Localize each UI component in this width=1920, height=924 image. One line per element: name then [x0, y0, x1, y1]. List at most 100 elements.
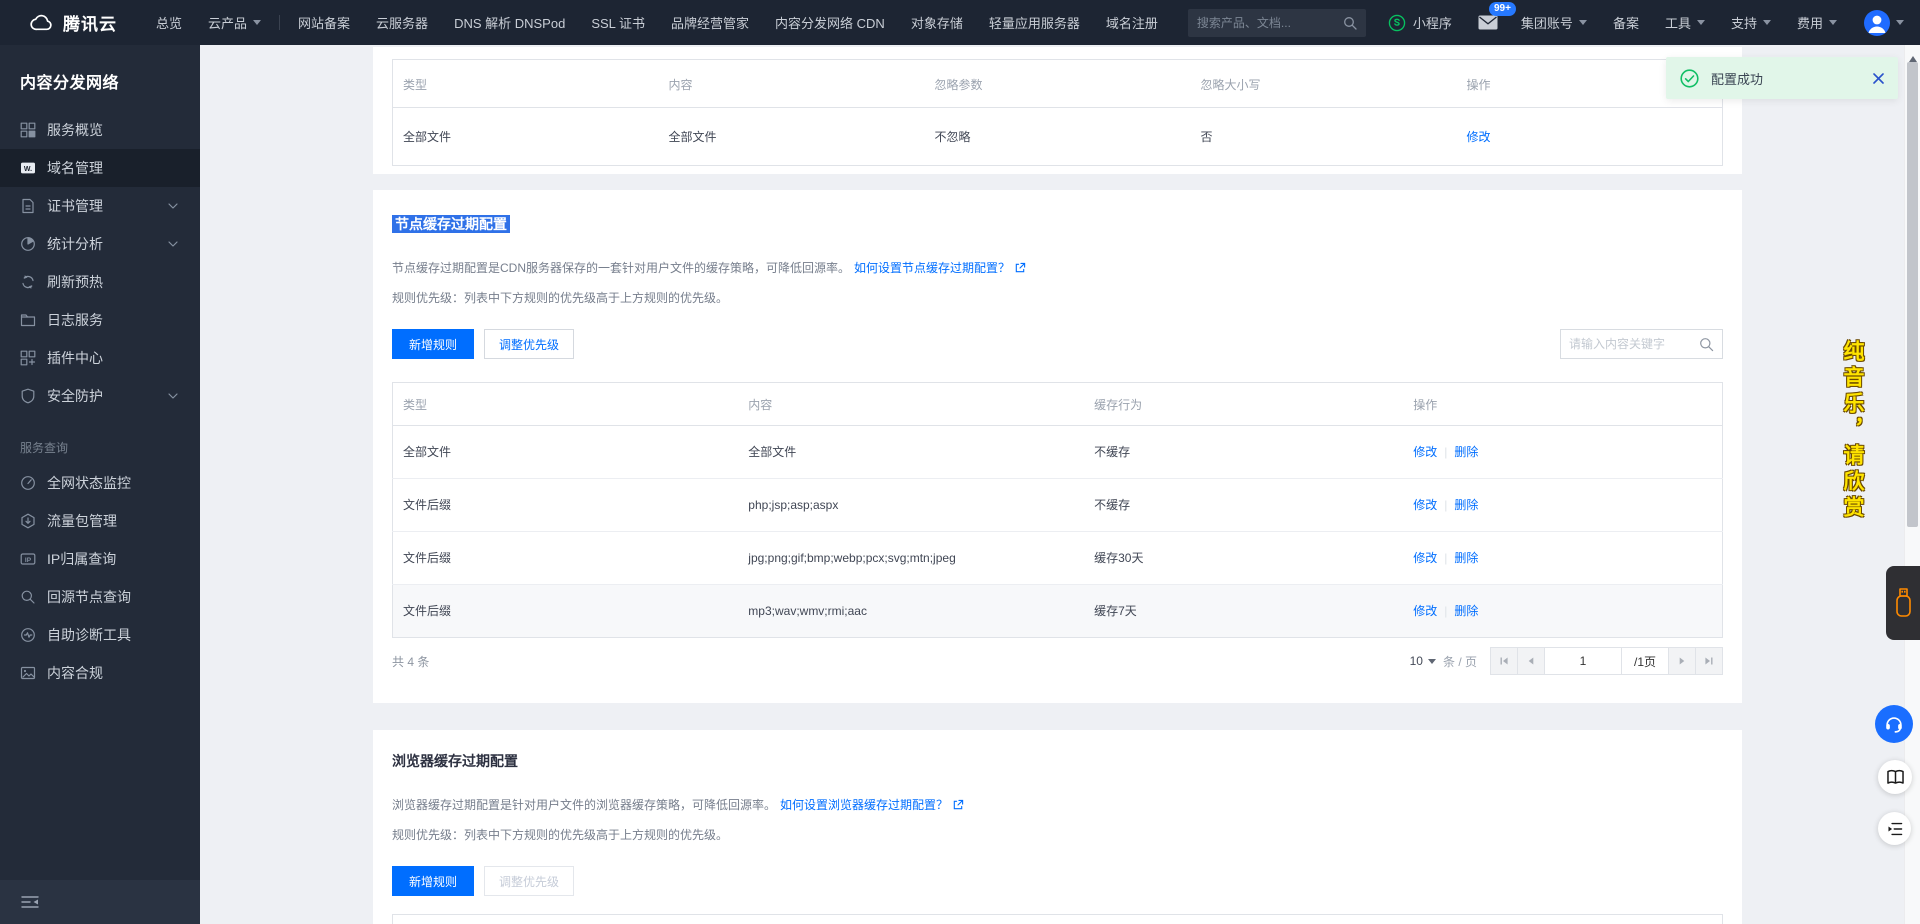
sidebar-item-certificate[interactable]: 证书管理	[0, 187, 200, 225]
action-separator: |	[1444, 551, 1447, 565]
sidebar-collapse-button[interactable]	[0, 880, 200, 924]
nav-item-ssl[interactable]: SSL 证书	[578, 0, 658, 45]
adjust-priority-button[interactable]: 调整优先级	[484, 329, 574, 359]
delete-link[interactable]: 删除	[1454, 445, 1478, 459]
help-link[interactable]: 如何设置节点缓存过期配置？	[854, 259, 1026, 276]
page-size-select[interactable]: 10 条 / 页	[1410, 653, 1477, 670]
search-icon[interactable]	[1699, 337, 1714, 352]
sidebar-item-ip-lookup[interactable]: IP IP归属查询	[0, 540, 200, 578]
sidebar-item-plugin-center[interactable]: 插件中心	[0, 339, 200, 377]
table-row: 全部文件 全部文件 不忽略 否 修改	[393, 108, 1723, 166]
messages-button[interactable]: 99+	[1478, 15, 1498, 30]
cell-content: mp3;wav;wmv;rmi;aac	[738, 585, 1084, 638]
nav-item-group-account[interactable]: 集团账号	[1508, 0, 1600, 45]
cell-content: php;jsp;asp;aspx	[738, 479, 1084, 532]
help-link[interactable]: 如何设置浏览器缓存过期配置？	[780, 796, 964, 813]
cell-type: 文件后缀	[393, 479, 739, 532]
nav-item-overview[interactable]: 总览	[143, 0, 195, 45]
product-title: 内容分发网络	[0, 45, 200, 93]
sidebar-item-security[interactable]: 安全防护	[0, 377, 200, 415]
selected-title-text: 节点缓存过期配置	[392, 215, 510, 233]
prev-page-button[interactable]	[1517, 647, 1545, 675]
toolbar: 新增规则 调整优先级	[392, 866, 1723, 896]
external-link-icon	[1014, 262, 1026, 274]
column-header: 类型	[393, 915, 739, 924]
tencent-cloud-logo[interactable]: 腾讯云	[0, 10, 143, 35]
close-icon[interactable]	[1873, 73, 1884, 84]
nav-item-cloud-products[interactable]: 云产品	[195, 0, 274, 45]
cell-behavior: 缓存30天	[1084, 532, 1403, 585]
customer-service-button[interactable]	[1875, 705, 1913, 743]
add-rule-button[interactable]: 新增规则	[392, 329, 474, 359]
toast-message: 配置成功	[1711, 69, 1763, 88]
action-separator: |	[1444, 604, 1447, 618]
usb-device-widget[interactable]	[1886, 566, 1920, 640]
nav-item-cvm[interactable]: 云服务器	[363, 0, 441, 45]
nav-item-tools[interactable]: 工具	[1652, 0, 1718, 45]
magnifier-icon	[20, 589, 36, 605]
modify-link[interactable]: 修改	[1413, 551, 1437, 565]
pie-chart-icon	[20, 236, 36, 252]
sidebar-section-title: 服务查询	[0, 439, 200, 456]
success-toast: 配置成功	[1666, 57, 1898, 99]
delete-link[interactable]: 删除	[1454, 498, 1478, 512]
sidebar-item-domain-management[interactable]: W. 域名管理	[0, 149, 200, 187]
total-count: 共 4 条	[392, 653, 429, 670]
delete-link[interactable]: 删除	[1454, 604, 1478, 618]
feedback-survey-button[interactable]	[1878, 812, 1911, 845]
delete-link[interactable]: 删除	[1454, 551, 1478, 565]
nav-item-lighthouse[interactable]: 轻量应用服务器	[976, 0, 1093, 45]
modify-link[interactable]: 修改	[1413, 445, 1437, 459]
last-page-button[interactable]	[1695, 647, 1723, 675]
sidebar-item-content-compliance[interactable]: 内容合规	[0, 654, 200, 692]
sidebar-item-service-overview[interactable]: 服务概览	[0, 111, 200, 149]
global-search-input[interactable]: 搜索产品、文档...	[1188, 9, 1366, 37]
page-scrollbar[interactable]	[1904, 45, 1920, 924]
modify-link[interactable]: 修改	[1413, 498, 1437, 512]
keyword-search-input[interactable]	[1569, 337, 1687, 351]
sidebar-item-statistics[interactable]: 统计分析	[0, 225, 200, 263]
sidebar-item-origin-node-lookup[interactable]: 回源节点查询	[0, 578, 200, 616]
nav-item-cos[interactable]: 对象存储	[898, 0, 976, 45]
filter-param-table: 类型 内容 忽略参数 忽略大小写 操作 全部文件 全部文件 不忽略 否 修改	[392, 59, 1723, 166]
shield-icon	[20, 388, 36, 404]
svg-text:W.: W.	[24, 166, 32, 173]
help-link-text: 如何设置浏览器缓存过期配置？	[780, 796, 948, 813]
first-page-button[interactable]	[1490, 647, 1518, 675]
table-row: 文件后缀 jpg;png;gif;bmp;webp;pcx;svg;mtn;jp…	[393, 532, 1723, 585]
sidebar-item-purge-prefetch[interactable]: 刷新预热	[0, 263, 200, 301]
nav-item-cdn[interactable]: 内容分发网络 CDN	[762, 0, 898, 45]
nav-item-domain-reg[interactable]: 域名注册	[1093, 0, 1171, 45]
sidebar-item-self-diagnosis[interactable]: 自助诊断工具	[0, 616, 200, 654]
svg-text:IP: IP	[25, 557, 32, 564]
nav-item-beian[interactable]: 备案	[1600, 0, 1652, 45]
sidebar-item-log-service[interactable]: 日志服务	[0, 301, 200, 339]
nav-item-support[interactable]: 支持	[1718, 0, 1784, 45]
avatar[interactable]	[1864, 10, 1890, 36]
scrollbar-up-arrow[interactable]	[1909, 52, 1917, 62]
scrollbar-thumb[interactable]	[1907, 62, 1918, 527]
modify-link[interactable]: 修改	[1413, 604, 1437, 618]
table-row: 文件后缀 php;jsp;asp;aspx 不缓存 修改|删除	[393, 479, 1723, 532]
sidebar-item-network-status[interactable]: 全网状态监控	[0, 464, 200, 502]
sidebar-item-label: 统计分析	[47, 234, 103, 254]
next-page-button[interactable]	[1668, 647, 1696, 675]
nav-item-brand[interactable]: 品牌经营管家	[658, 0, 762, 45]
add-rule-button[interactable]: 新增规则	[392, 866, 474, 896]
nav-item-dnspod[interactable]: DNS 解析 DNSPod	[441, 0, 578, 45]
chevron-down-icon	[168, 393, 178, 399]
chevron-down-icon[interactable]	[1896, 20, 1904, 29]
column-header: 操作	[1403, 915, 1722, 924]
documentation-button[interactable]	[1878, 760, 1912, 794]
current-page-input[interactable]: 1	[1544, 647, 1622, 675]
cell-type: 文件后缀	[393, 585, 739, 638]
modify-link[interactable]: 修改	[1467, 130, 1491, 144]
sidebar-item-traffic-package[interactable]: 流量包管理	[0, 502, 200, 540]
mini-program-label: 小程序	[1413, 13, 1452, 32]
mini-program-entry[interactable]: 小程序	[1388, 13, 1452, 32]
nav-item-billing[interactable]: 费用	[1784, 0, 1850, 45]
column-header: 操作	[1403, 383, 1722, 426]
nav-item-icp[interactable]: 网站备案	[285, 0, 363, 45]
cloud-icon	[28, 12, 55, 33]
action-separator: |	[1444, 445, 1447, 459]
